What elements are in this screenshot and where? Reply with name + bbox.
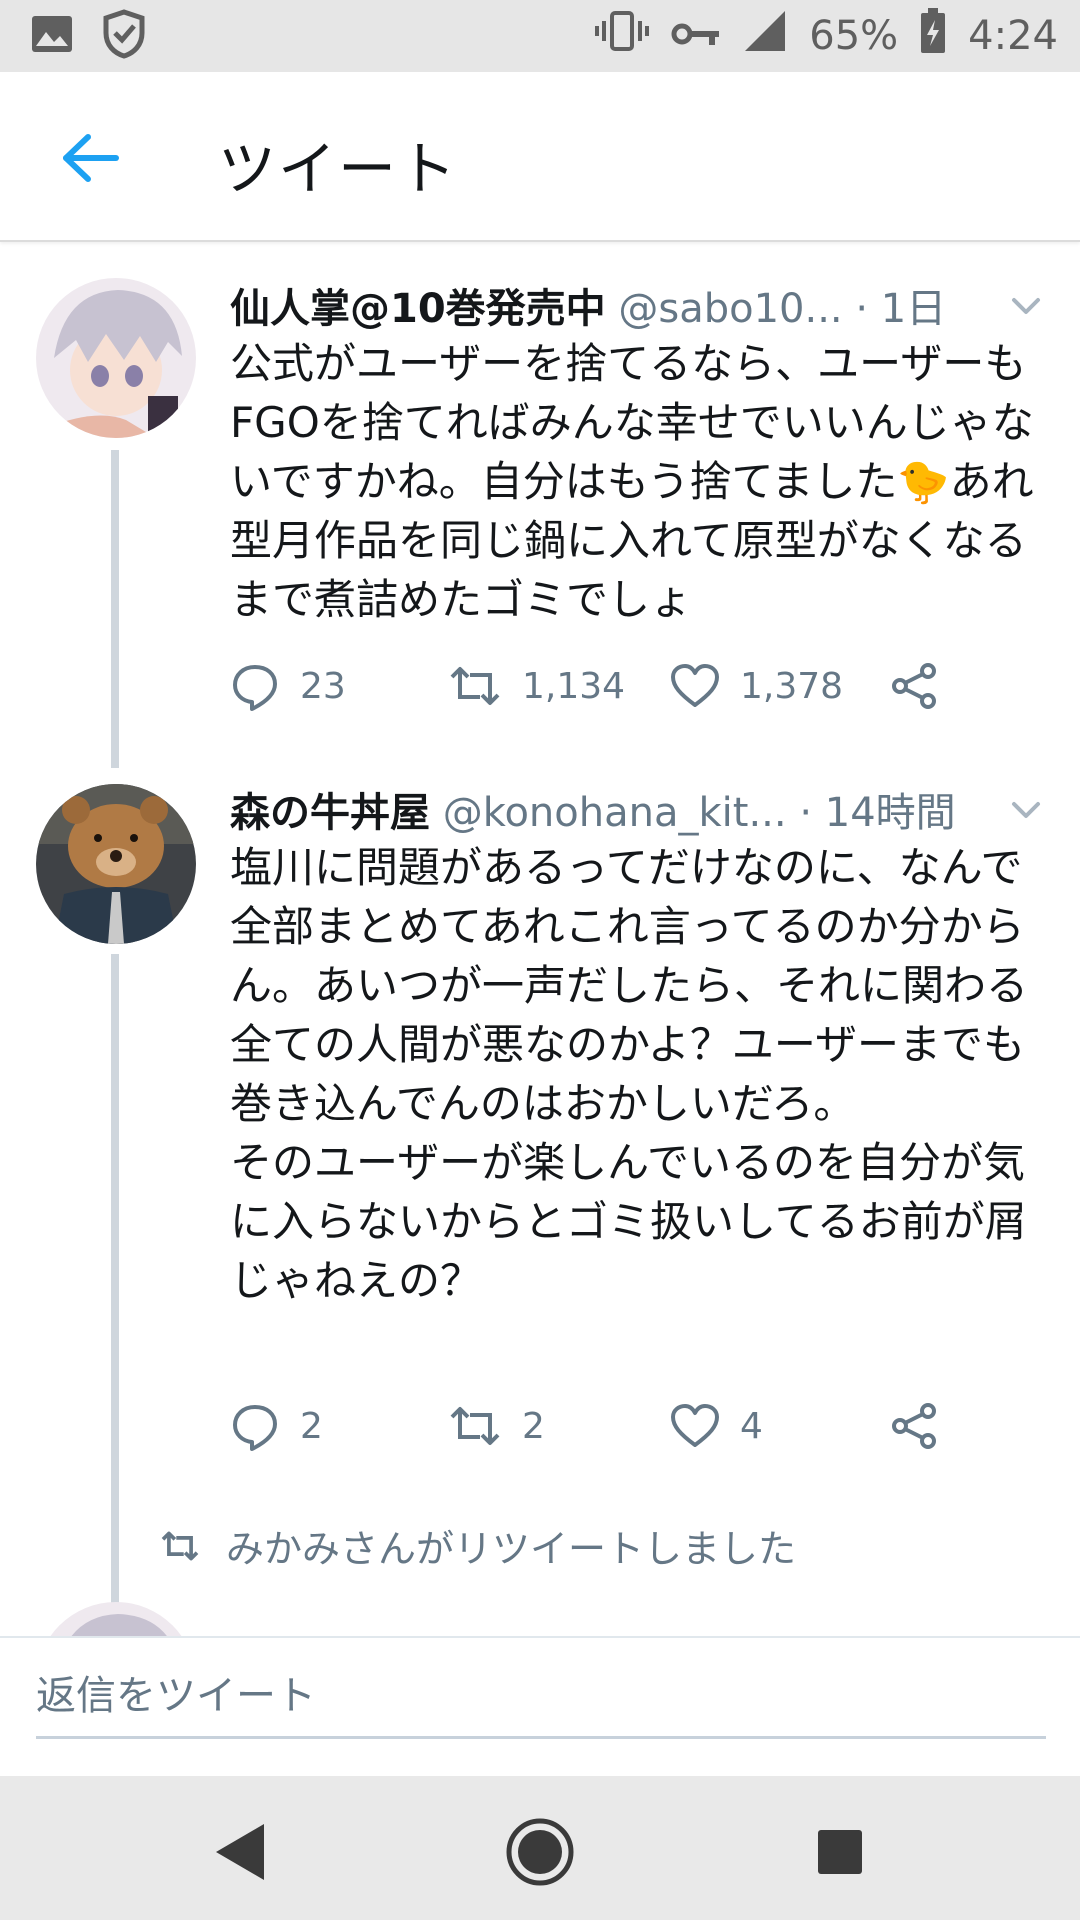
display-name[interactable]: 森の牛丼屋 xyxy=(230,790,430,836)
nav-recents-button[interactable] xyxy=(800,1812,880,1892)
avatar[interactable] xyxy=(36,278,196,438)
reply-icon xyxy=(233,665,277,711)
retweet-button[interactable]: 1,134 xyxy=(448,656,625,716)
tweet-header: 仙人掌@10巻発売中 @sabo10... · 1日 xyxy=(230,276,1050,334)
thread-connector xyxy=(111,954,119,1636)
retweet-button[interactable]: 2 xyxy=(448,1396,545,1456)
avatar[interactable] xyxy=(36,1602,196,1636)
like-button[interactable]: 4 xyxy=(670,1396,763,1456)
heart-icon xyxy=(671,1404,719,1447)
retweet-count: 2 xyxy=(522,1405,545,1447)
tweet-time[interactable]: · 1日 xyxy=(855,286,946,332)
tweet-thread: 仙人掌@10巻発売中 @sabo10... · 1日 公式がユーザーを捨てるなら… xyxy=(0,242,1080,1636)
chevron-down-icon[interactable] xyxy=(1006,286,1046,326)
home-circle-icon xyxy=(506,1818,574,1886)
reply-input[interactable] xyxy=(36,1656,1046,1739)
triangle-back-icon xyxy=(216,1824,264,1880)
thread-connector xyxy=(111,450,119,768)
share-icon xyxy=(892,1403,936,1449)
avatar[interactable] xyxy=(36,784,196,944)
vibrate-icon xyxy=(595,9,650,63)
tweet-time[interactable]: · 14時間 xyxy=(799,790,955,836)
retweet-context: みかみさんがリツイートしました xyxy=(160,1518,796,1573)
square-recents-icon xyxy=(818,1830,862,1874)
tweet-text: 公式がユーザーを捨てるなら、ユーザーもFGOを捨てればみんな幸せでいいんじゃない… xyxy=(230,339,1034,624)
share-button[interactable] xyxy=(890,1396,940,1456)
user-handle[interactable]: @konohana_kit... xyxy=(443,790,787,836)
nav-back-button[interactable] xyxy=(200,1812,280,1892)
battery-charging-icon xyxy=(920,8,946,64)
back-arrow-icon xyxy=(63,134,119,182)
like-count: 1,378 xyxy=(740,665,844,707)
retweet-icon xyxy=(450,667,500,705)
tweet-actions: 2 2 4 xyxy=(230,1396,970,1456)
tweet-text: 塩川に問題があるってだけなのに、なんで全部まとめてあれこれ言ってるのか分からん。… xyxy=(230,843,1029,1305)
retweet-icon xyxy=(161,1531,199,1560)
like-count: 4 xyxy=(740,1405,763,1447)
reply-button[interactable]: 2 xyxy=(230,1396,323,1456)
vpn-key-icon xyxy=(671,13,721,59)
tweet-actions: 23 1,134 1,378 xyxy=(230,656,970,716)
reply-button[interactable]: 23 xyxy=(230,656,346,716)
nav-home-button[interactable] xyxy=(500,1812,580,1892)
page-title: ツイート xyxy=(218,135,459,203)
battery-percent: 65% xyxy=(809,13,899,59)
reply-icon xyxy=(233,1405,277,1451)
reply-count: 23 xyxy=(300,665,346,707)
share-button[interactable] xyxy=(890,656,940,716)
share-icon xyxy=(892,663,936,709)
heart-icon xyxy=(671,664,719,707)
display-name[interactable]: 仙人掌@10巻発売中 xyxy=(230,286,606,332)
reply-count: 2 xyxy=(300,1405,323,1447)
retweet-count: 1,134 xyxy=(522,665,626,707)
retweet-icon xyxy=(450,1407,500,1445)
back-button[interactable] xyxy=(50,118,130,198)
signal-icon xyxy=(743,9,787,63)
chevron-down-icon[interactable] xyxy=(1006,790,1046,830)
like-button[interactable]: 1,378 xyxy=(670,656,843,716)
clock: 4:24 xyxy=(968,13,1058,59)
retweet-context-label[interactable]: みかみさんがリツイートしました xyxy=(226,1518,796,1573)
tweet-header: 森の牛丼屋 @konohana_kit... · 14時間 xyxy=(230,780,1050,838)
system-nav-bar xyxy=(0,1776,1080,1920)
status-bar: 65% 4:24 xyxy=(0,0,1080,72)
image-notification-icon xyxy=(30,14,74,58)
app-header: ツイート xyxy=(0,72,1080,242)
reply-bar xyxy=(0,1636,1080,1778)
user-handle[interactable]: @sabo10... xyxy=(618,286,842,332)
shield-check-icon xyxy=(102,9,146,63)
